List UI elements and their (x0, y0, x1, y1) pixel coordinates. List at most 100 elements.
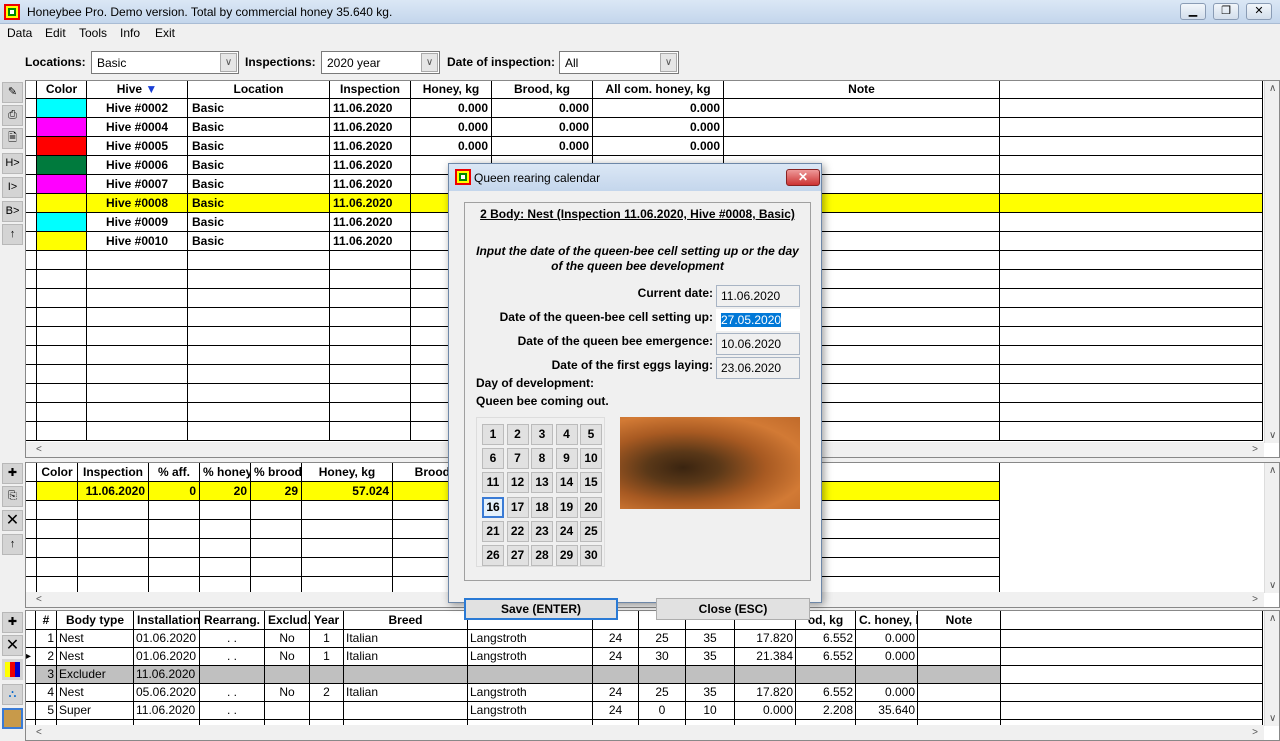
scroll-left-icon[interactable]: < (36, 594, 42, 605)
body-cell-12: 6.552 (796, 648, 856, 666)
scroll-down-icon[interactable]: ∨ (1269, 713, 1276, 724)
day-button-18[interactable]: 18 (531, 496, 553, 518)
day-button-13[interactable]: 13 (531, 472, 553, 494)
vertical-scrollbar[interactable]: ∧ ∨ (1264, 611, 1279, 726)
day-button-14[interactable]: 14 (555, 472, 578, 494)
day-button-27[interactable]: 27 (506, 545, 529, 566)
day-button-17[interactable]: 17 (506, 496, 529, 518)
row-indicator (26, 251, 37, 270)
empty-cell (188, 422, 330, 441)
day-button-6[interactable]: 6 (482, 448, 504, 470)
scroll-up-icon[interactable]: ∧ (1269, 465, 1276, 476)
body-cell-10: 35 (686, 630, 735, 648)
up-arrow-icon[interactable]: ↑ (2, 534, 23, 555)
body-cell-3 (200, 666, 265, 684)
menu-tools[interactable]: Tools (79, 26, 107, 40)
sort-desc-icon[interactable]: ▼ (142, 82, 157, 96)
hive-next-button[interactable]: H> (2, 153, 23, 174)
row-indicator (26, 327, 37, 346)
day-button-7[interactable]: 7 (506, 448, 529, 470)
current-date-field[interactable]: 11.06.2020 (716, 285, 800, 307)
scroll-up-icon[interactable]: ∧ (1269, 83, 1276, 94)
day-button-9[interactable]: 9 (555, 448, 578, 470)
edit-hive-icon[interactable]: ✎ (2, 82, 23, 103)
copy-icon[interactable]: ⎘ (2, 486, 23, 507)
print-icon[interactable]: ⎙ (2, 105, 23, 126)
day-button-1[interactable]: 1 (482, 424, 504, 445)
vertical-scrollbar[interactable]: ∧ ∨ (1264, 81, 1279, 443)
day-button-26[interactable]: 26 (482, 545, 504, 566)
inspections-select[interactable]: 2020 year ∨ (321, 51, 440, 74)
day-button-28[interactable]: 28 (531, 545, 553, 566)
menu-data[interactable]: Data (7, 26, 32, 40)
scroll-up-icon[interactable]: ∧ (1269, 613, 1276, 624)
hive-cell-6 (724, 137, 1000, 156)
scroll-right-icon[interactable]: > (1252, 727, 1258, 738)
day-button-11[interactable]: 11 (482, 472, 504, 494)
body-next-button[interactable]: B> (2, 201, 23, 222)
delete-icon[interactable]: ✕ (2, 510, 23, 531)
document-icon[interactable]: 🗎 (2, 128, 23, 149)
hierarchy-icon[interactable]: ⛬ (2, 684, 23, 705)
cell-setup-input[interactable]: 27.05.2020 (716, 309, 800, 331)
close-window-button[interactable]: ✕ (1246, 3, 1272, 20)
minimize-button[interactable]: ▁ (1180, 3, 1206, 20)
scroll-left-icon[interactable]: < (36, 727, 42, 738)
day-button-16[interactable]: 16 (482, 496, 504, 518)
scroll-down-icon[interactable]: ∨ (1269, 580, 1276, 591)
maximize-button[interactable]: ❐ (1213, 3, 1239, 20)
scroll-right-icon[interactable]: > (1252, 594, 1258, 605)
column-header-hive[interactable]: Hive ▼ (87, 81, 188, 99)
emergence-field[interactable]: 10.06.2020 (716, 333, 800, 355)
day-button-20[interactable]: 20 (580, 496, 602, 518)
scroll-down-icon[interactable]: ∨ (1269, 430, 1276, 441)
day-button-22[interactable]: 22 (506, 520, 529, 542)
up-arrow-button[interactable]: ↑ (2, 224, 23, 245)
day-button-4[interactable]: 4 (555, 424, 578, 445)
hive-cell-1: Basic (188, 175, 330, 194)
day-button-15[interactable]: 15 (580, 472, 602, 494)
horizontal-scrollbar[interactable]: < > (26, 725, 1264, 740)
body-cell-6 (344, 702, 468, 720)
date-of-inspection-select[interactable]: All ∨ (559, 51, 679, 74)
day-button-25[interactable]: 25 (580, 520, 602, 542)
scroll-left-icon[interactable]: < (36, 444, 42, 455)
scroll-right-icon[interactable]: > (1252, 444, 1258, 455)
day-button-12[interactable]: 12 (506, 472, 529, 494)
inspection-cell-0 (37, 520, 78, 539)
add-body-icon[interactable]: ✚ (2, 612, 23, 633)
eggs-field[interactable]: 23.06.2020 (716, 357, 800, 379)
save-button[interactable]: Save (ENTER) (464, 598, 618, 620)
queen-bee-icon[interactable] (2, 708, 23, 729)
inspection-next-button[interactable]: I> (2, 177, 23, 198)
day-button-23[interactable]: 23 (531, 520, 553, 542)
menu-exit[interactable]: Exit (155, 26, 175, 40)
day-button-21[interactable]: 21 (482, 520, 504, 542)
body-cell-6: Italian (344, 648, 468, 666)
day-button-24[interactable]: 24 (555, 520, 578, 542)
day-button-10[interactable]: 10 (580, 448, 602, 470)
body-cell-7: Langstroth (468, 648, 593, 666)
body-cell-0: 3 (36, 666, 57, 684)
day-button-5[interactable]: 5 (580, 424, 602, 445)
locations-select[interactable]: Basic ∨ (91, 51, 239, 74)
vertical-scrollbar[interactable]: ∧ ∨ (1264, 463, 1279, 593)
day-button-8[interactable]: 8 (531, 448, 553, 470)
close-button[interactable]: Close (ESC) (656, 598, 810, 620)
bodies-grid[interactable]: # Body type Installation Rearrang. Exclud. Ye… (25, 610, 1280, 741)
day-button-2[interactable]: 2 (506, 424, 529, 445)
day-button-29[interactable]: 29 (555, 545, 578, 566)
body-cell-5: 1 (310, 630, 344, 648)
add-icon[interactable]: ✚ (2, 463, 23, 484)
day-button-30[interactable]: 30 (580, 545, 602, 566)
menu-edit[interactable]: Edit (45, 26, 66, 40)
delete-body-icon[interactable]: ✕ (2, 635, 23, 656)
dialog-close-button[interactable]: ✕ (786, 169, 820, 186)
menu-info[interactable]: Info (120, 26, 140, 40)
day-button-19[interactable]: 19 (555, 496, 578, 518)
color-swatch (37, 213, 87, 232)
hive-cell-2: 11.06.2020 (330, 118, 411, 137)
day-button-3[interactable]: 3 (531, 424, 553, 445)
inspection-cell-0 (37, 558, 78, 577)
colors-icon[interactable] (2, 659, 23, 680)
